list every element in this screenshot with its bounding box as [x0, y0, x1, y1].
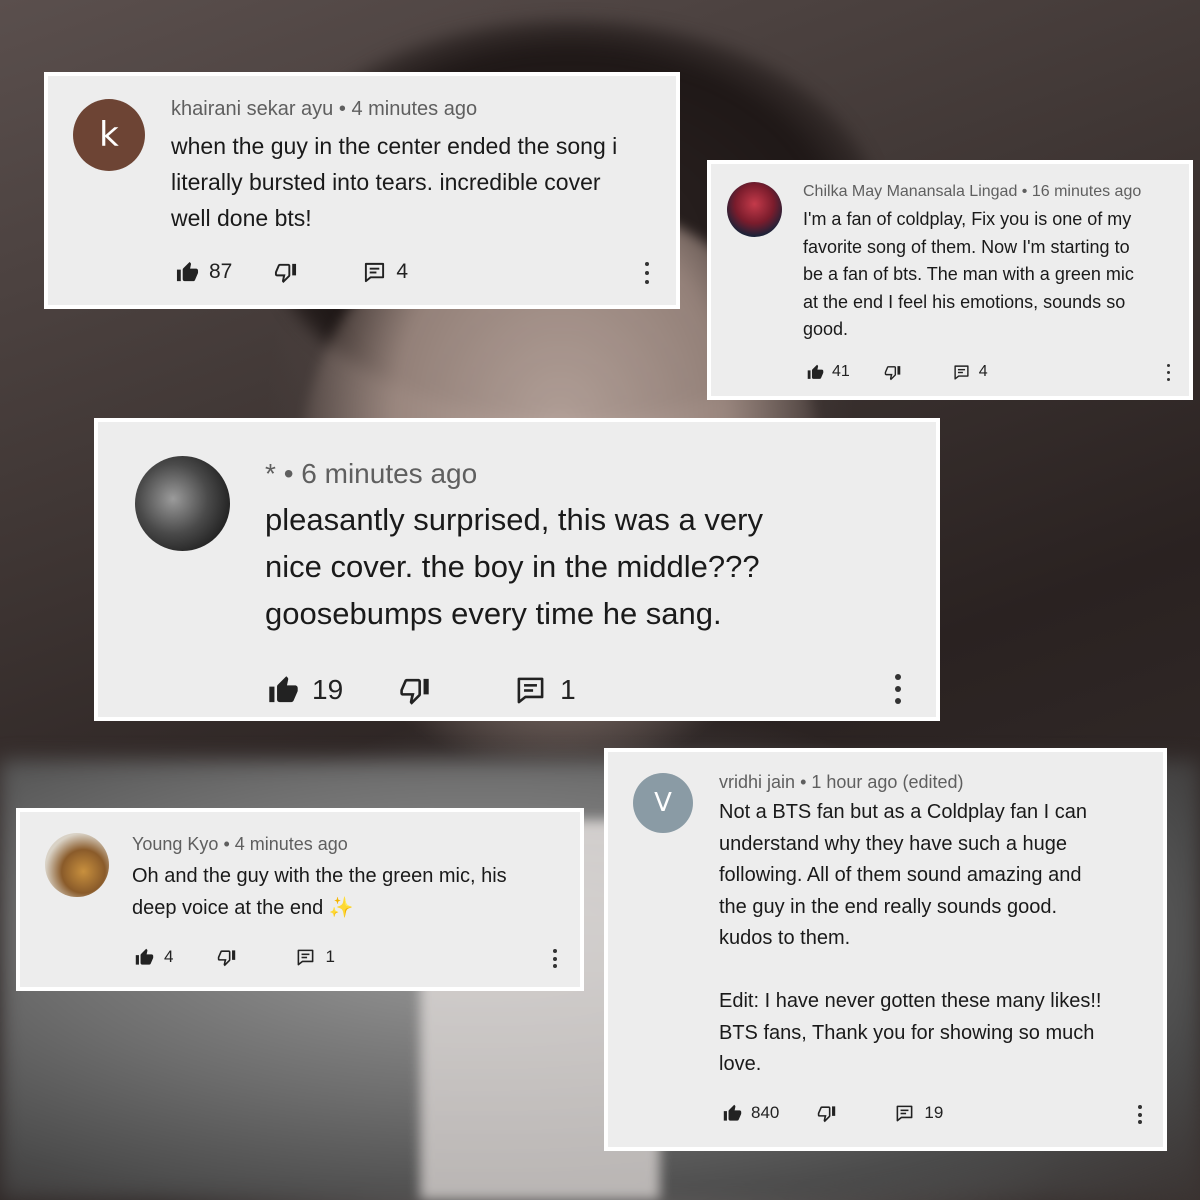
thumbs-down-icon [817, 1104, 836, 1123]
author-name[interactable]: * [265, 458, 276, 489]
like-button[interactable]: 41 [807, 363, 850, 381]
reply-icon [363, 261, 386, 284]
comment-text: Not a BTS fan but as a Coldplay fan I ca… [719, 801, 1102, 1075]
reply-button[interactable]: 1 [515, 674, 576, 706]
thumbs-down-icon [399, 675, 430, 706]
thumbs-down-icon [274, 261, 297, 284]
author-name[interactable]: Young Kyo [132, 834, 218, 854]
like-button[interactable]: 4 [135, 947, 173, 967]
comment-meta: Young Kyo • 4 minutes ago [132, 834, 348, 855]
comment-text: I'm a fan of coldplay, Fix you is one of… [803, 209, 1134, 339]
like-count: 4 [164, 947, 174, 966]
separator: • [223, 834, 235, 854]
thumbs-up-icon [135, 948, 154, 967]
dislike-button[interactable] [274, 261, 297, 284]
timestamp[interactable]: 6 minutes ago [301, 458, 477, 489]
reply-count: 19 [924, 1103, 944, 1122]
dislike-button[interactable] [817, 1104, 836, 1123]
comment-meta: Chilka May Manansala Lingad • 16 minutes… [803, 183, 1141, 201]
timestamp[interactable]: 16 minutes ago [1032, 183, 1141, 200]
timestamp[interactable]: 1 hour ago (edited) [811, 772, 963, 792]
comment-meta: khairani sekar ayu • 4 minutes ago [171, 98, 477, 121]
reply-icon [895, 1104, 914, 1123]
like-button[interactable]: 87 [176, 260, 232, 284]
reply-count: 1 [560, 674, 576, 705]
comment-actions: 87 4 [176, 260, 408, 284]
comment-card: V vridhi jain • 1 hour ago (edited) Not … [604, 748, 1167, 1151]
comment-actions: 41 4 [807, 363, 988, 381]
like-count: 840 [751, 1103, 780, 1122]
like-count: 87 [209, 260, 233, 283]
separator: • [283, 458, 302, 489]
separator: • [800, 772, 812, 792]
like-count: 41 [832, 363, 850, 380]
comment-card: * • 6 minutes ago pleasantly surprised, … [94, 418, 940, 721]
comment-text: Oh and the guy with the the green mic, h… [132, 860, 572, 924]
comment-card: k khairani sekar ayu • 4 minutes ago whe… [44, 72, 680, 309]
separator: • [1021, 183, 1032, 200]
reply-button[interactable]: 4 [363, 260, 408, 284]
avatar[interactable] [135, 456, 230, 551]
author-name[interactable]: khairani sekar ayu [171, 98, 333, 120]
reply-icon [515, 675, 546, 706]
thumbs-up-icon [723, 1104, 742, 1123]
thumbs-up-icon [176, 261, 199, 284]
author-name[interactable]: vridhi jain [719, 772, 795, 792]
like-count: 19 [312, 674, 344, 705]
dislike-button[interactable] [884, 364, 901, 381]
more-options-icon[interactable] [1136, 1105, 1143, 1124]
more-options-icon[interactable] [551, 949, 558, 968]
reply-button[interactable]: 1 [296, 947, 335, 967]
separator: • [338, 98, 352, 120]
avatar[interactable] [45, 833, 109, 897]
reply-button[interactable]: 19 [895, 1103, 943, 1123]
more-options-icon[interactable] [643, 262, 651, 284]
thumbs-down-icon [884, 364, 901, 381]
reply-count: 1 [325, 947, 335, 966]
reply-icon [953, 364, 970, 381]
comment-text-content: Oh and the guy with the the green mic, h… [132, 865, 507, 919]
sparkles-emoji: ✨ [328, 897, 354, 919]
comment-card: Young Kyo • 4 minutes ago Oh and the guy… [16, 808, 584, 991]
thumbs-up-icon [268, 675, 299, 706]
dislike-button[interactable] [217, 948, 236, 967]
avatar[interactable]: k [73, 99, 145, 171]
timestamp[interactable]: 4 minutes ago [351, 98, 477, 120]
reply-icon [296, 948, 315, 967]
comment-card: Chilka May Manansala Lingad • 16 minutes… [707, 160, 1193, 400]
comment-actions: 19 1 [268, 674, 576, 706]
dislike-button[interactable] [399, 675, 430, 706]
more-options-icon[interactable] [1165, 364, 1171, 381]
author-name[interactable]: Chilka May Manansala Lingad [803, 183, 1017, 200]
avatar[interactable]: V [633, 773, 693, 833]
reply-button[interactable]: 4 [953, 363, 988, 381]
like-button[interactable]: 19 [268, 674, 343, 706]
reply-count: 4 [396, 260, 409, 283]
more-options-icon[interactable] [893, 674, 903, 704]
reply-count: 4 [978, 363, 988, 380]
thumbs-down-icon [217, 948, 236, 967]
avatar[interactable] [727, 182, 782, 237]
timestamp[interactable]: 4 minutes ago [235, 834, 348, 854]
comment-text: pleasantly surprised, this was a very ni… [265, 502, 763, 631]
comment-actions: 840 19 [723, 1103, 943, 1123]
comment-meta: vridhi jain • 1 hour ago (edited) [719, 772, 963, 793]
comment-meta: * • 6 minutes ago [265, 458, 477, 490]
thumbs-up-icon [807, 364, 824, 381]
comment-actions: 4 1 [135, 947, 335, 967]
comment-text: when the guy in the center ended the son… [171, 133, 618, 231]
like-button[interactable]: 840 [723, 1103, 779, 1123]
